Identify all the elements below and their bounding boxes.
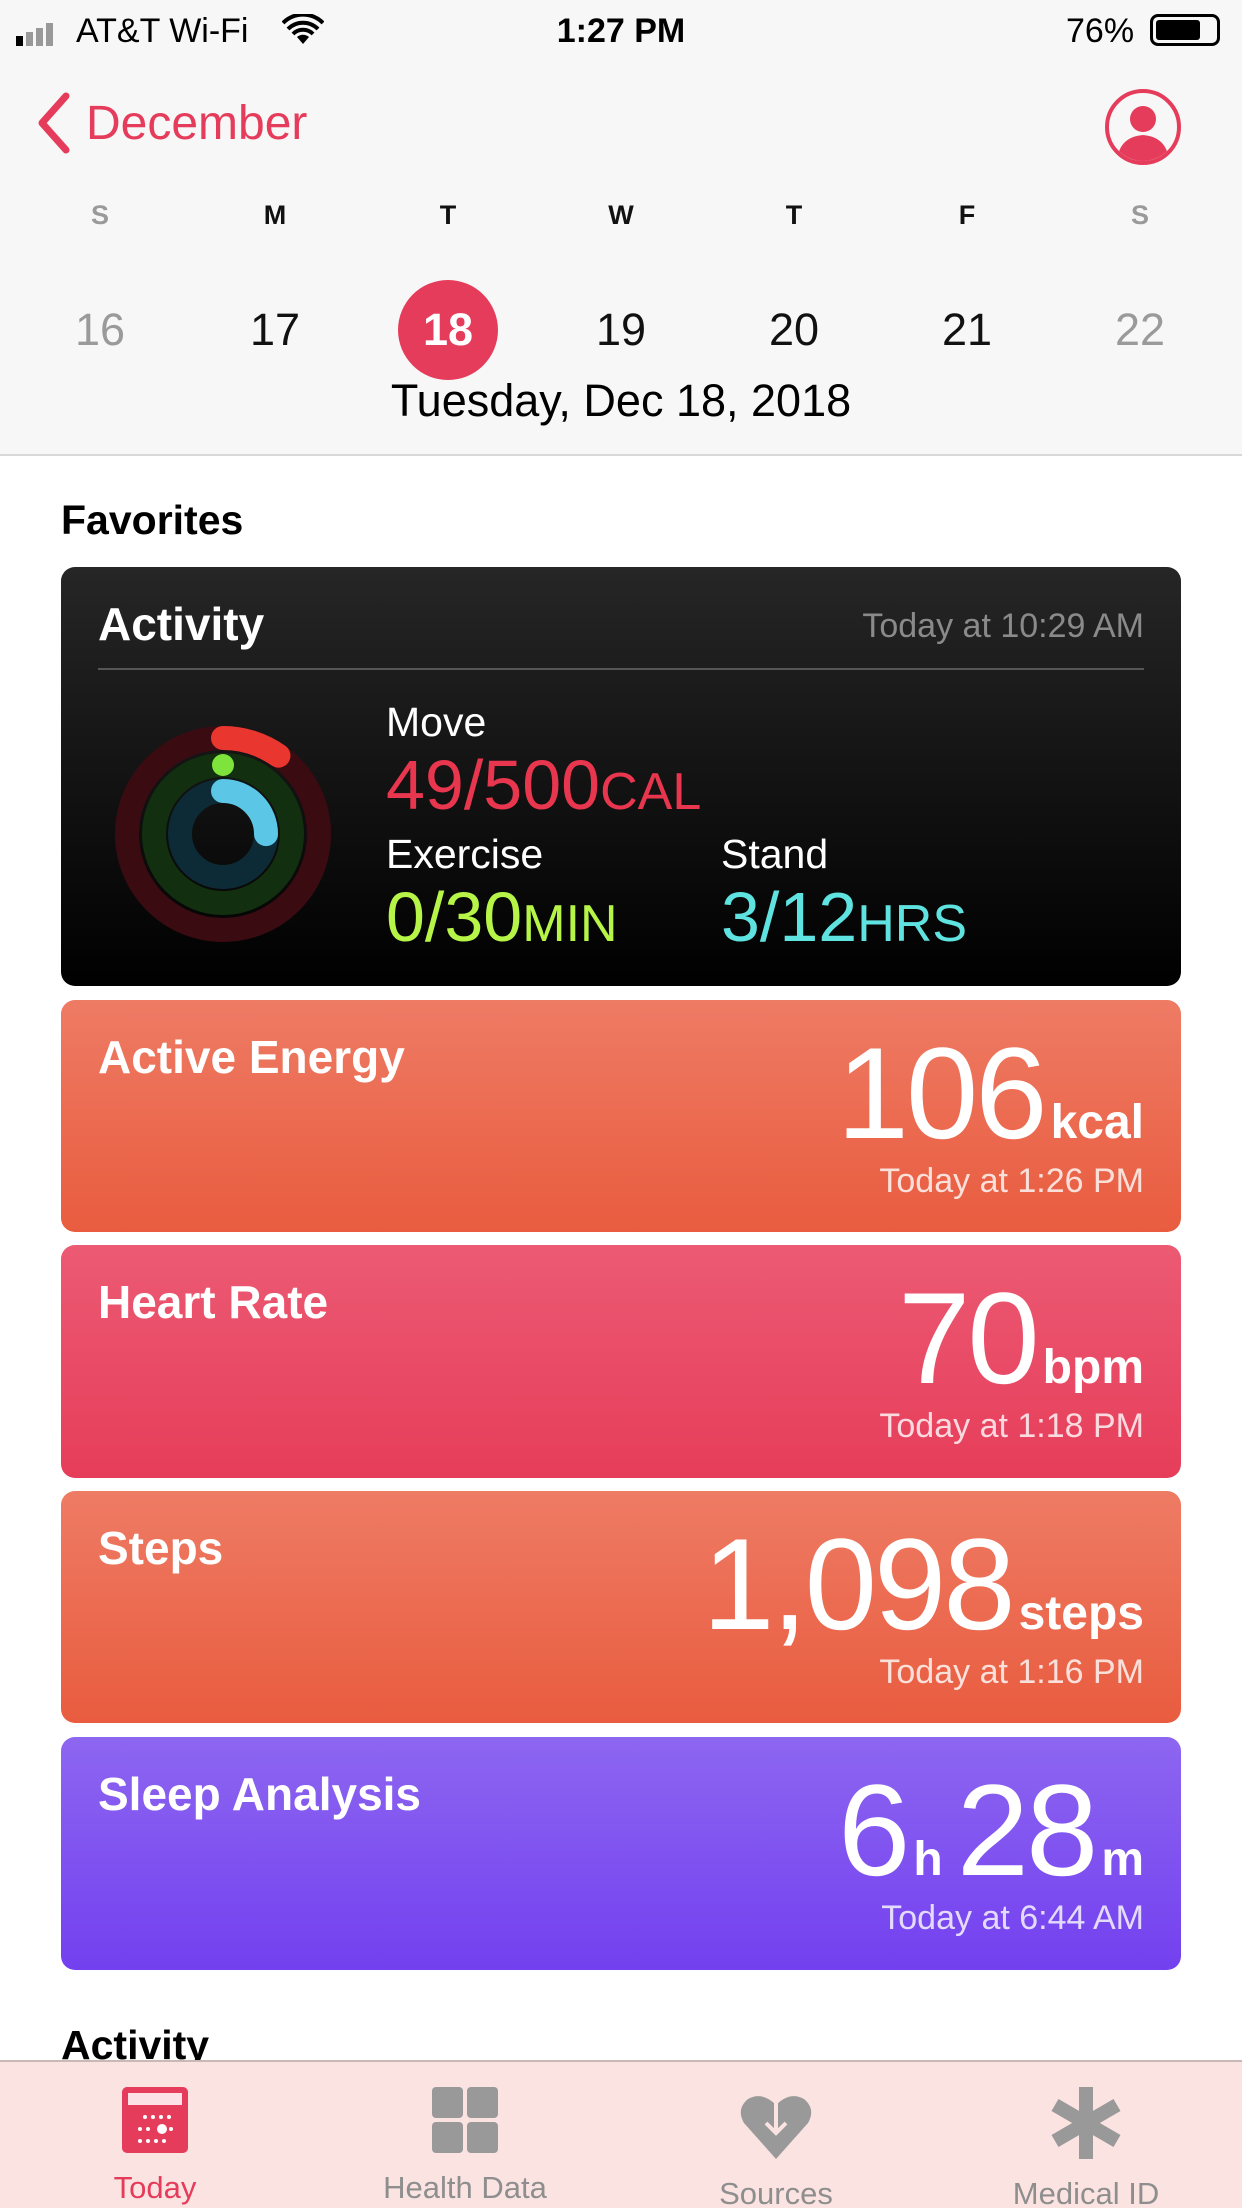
back-label: December [86, 96, 308, 150]
weekday-letter: T [439, 200, 457, 230]
weekday-letter: S [90, 200, 109, 230]
card-title: Active Energy [98, 1031, 405, 1083]
heart-download-icon [740, 2085, 812, 2159]
back-button[interactable]: December [36, 92, 307, 154]
tab-health-data[interactable]: Health Data [345, 2085, 585, 2206]
card-value: 1,098 steps [702, 1511, 1144, 1657]
card-title: Activity [98, 598, 265, 650]
heart-rate-card[interactable]: Heart Rate 70 bpm Today at 1:18 PM [61, 1245, 1181, 1478]
activity-card[interactable]: Activity Today at 10:29 AM Move 49/500CA… [61, 567, 1181, 986]
weekday-letter: T [785, 200, 803, 230]
weekday-letter: W [608, 200, 634, 230]
stand-label: Stand [721, 831, 829, 877]
clock: 1:27 PM [556, 12, 686, 50]
move-value: 49/500CAL [386, 746, 702, 824]
stand-value: 3/12HRS [721, 878, 968, 956]
weekday-letter: M [263, 200, 287, 230]
card-time: Today at 6:44 AM [881, 1899, 1144, 1937]
favorites-title: Favorites [61, 497, 244, 543]
weekday-letter: F [958, 200, 976, 230]
card-time: Today at 1:18 PM [879, 1407, 1144, 1445]
day-18[interactable]: 18 [398, 280, 498, 380]
exercise-label: Exercise [386, 831, 544, 877]
weekday-letter: S [1130, 200, 1149, 230]
card-value: 70 bpm [898, 1265, 1144, 1411]
day-20[interactable]: 20 [744, 280, 844, 380]
divider [98, 668, 1144, 670]
person-icon [1117, 106, 1169, 161]
move-label: Move [386, 699, 487, 745]
card-title: Heart Rate [98, 1276, 329, 1328]
card-time: Today at 1:26 PM [879, 1162, 1144, 1200]
battery-icon [1150, 14, 1220, 46]
day-22[interactable]: 22 [1090, 280, 1190, 380]
card-time: Today at 1:16 PM [879, 1653, 1144, 1691]
active-energy-card[interactable]: Active Energy 106 kcal Today at 1:26 PM [61, 1000, 1181, 1232]
tab-label: Health Data [383, 2170, 547, 2205]
chevron-left-icon [38, 92, 70, 154]
tab-medical-id[interactable]: Medical ID [966, 2085, 1206, 2212]
selected-date: Tuesday, Dec 18, 2018 [390, 375, 852, 426]
day-17[interactable]: 17 [225, 280, 325, 380]
card-title: Sleep Analysis [98, 1768, 422, 1820]
card-title: Steps [98, 1522, 224, 1574]
steps-card[interactable]: Steps 1,098 steps Today at 1:16 PM [61, 1491, 1181, 1723]
tab-sources[interactable]: Sources [656, 2085, 896, 2212]
tab-label: Sources [719, 2176, 833, 2211]
grid-icon [432, 2087, 498, 2153]
profile-button[interactable] [1105, 89, 1181, 165]
calendar-header: AT&T Wi-Fi 1:27 PM 76% December S 16 M 17 T 1… [0, 0, 1242, 456]
exercise-value: 0/30MIN [386, 878, 618, 956]
battery-percent: 76% [1066, 12, 1135, 50]
tab-label: Today [113, 2170, 197, 2205]
card-value: 106 kcal [836, 1020, 1144, 1166]
sleep-analysis-card[interactable]: Sleep Analysis 6 h 28 m Today at 6:44 AM [61, 1737, 1181, 1970]
card-value: 6 h 28 m [838, 1757, 1144, 1903]
card-time: Today at 10:29 AM [862, 607, 1144, 645]
exercise-ring-progress [212, 754, 234, 776]
tab-label: Medical ID [1012, 2176, 1160, 2211]
tab-today[interactable]: Today [35, 2085, 275, 2206]
status-bar: AT&T Wi-Fi 1:27 PM 76% [0, 0, 1242, 62]
day-21[interactable]: 21 [917, 280, 1017, 380]
day-16[interactable]: 16 [50, 280, 150, 380]
asterisk-icon [1051, 2087, 1121, 2159]
calendar-icon [122, 2087, 188, 2153]
activity-rings [115, 726, 331, 942]
day-19[interactable]: 19 [571, 280, 671, 380]
